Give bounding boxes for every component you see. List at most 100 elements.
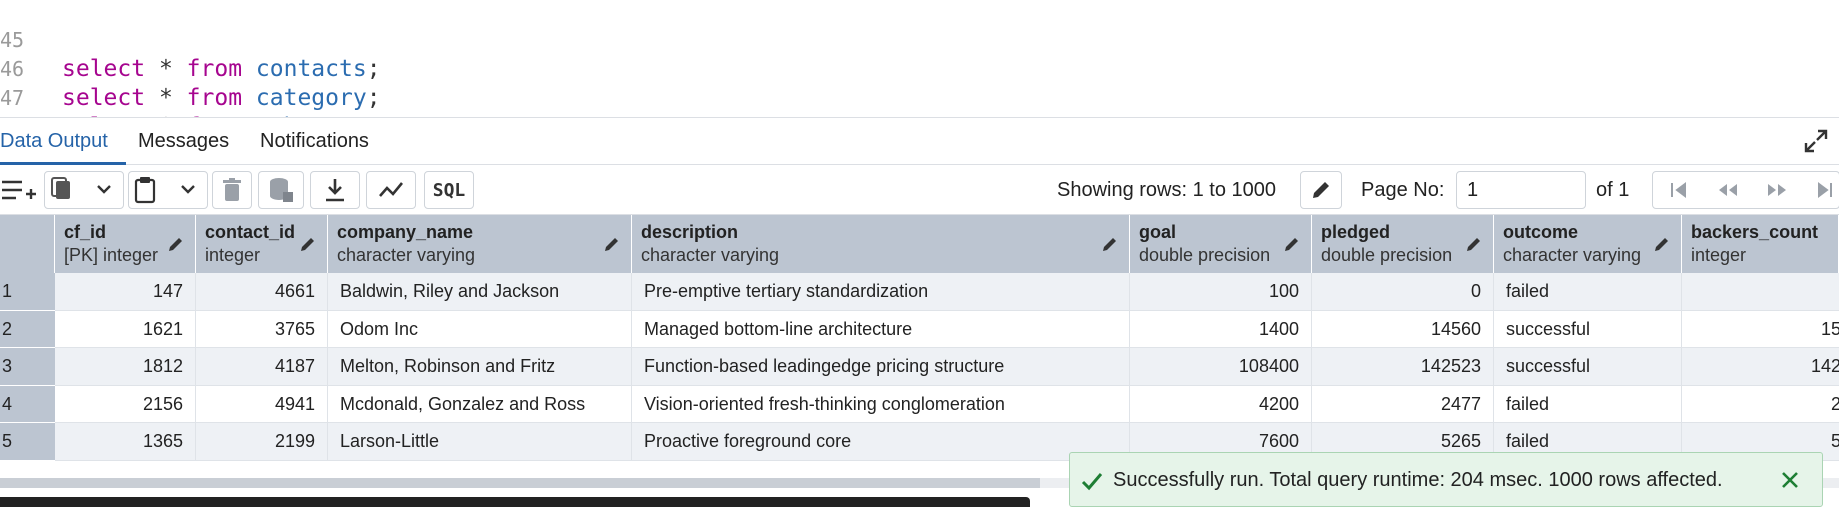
cell-description[interactable]: Pre-emptive tertiary standardization <box>632 273 1130 311</box>
column-name: company_name <box>337 222 474 242</box>
cell-description[interactable]: Vision-oriented fresh-thinking conglomer… <box>632 385 1130 423</box>
cell-cf-id[interactable]: 1812 <box>55 348 196 386</box>
page-number-input[interactable] <box>1456 171 1586 209</box>
close-icon[interactable] <box>1780 470 1800 490</box>
table-row[interactable]: 4 2156 4941 Mcdonald, Gonzalez and Ross Visi… <box>0 385 1839 424</box>
cell-company-name[interactable]: Mcdonald, Gonzalez and Ross <box>328 385 632 423</box>
grid-header: cf_id [PK] integer contact_id integer co… <box>0 215 1839 273</box>
column-header-company-name[interactable]: company_name character varying <box>328 215 632 273</box>
cell-cf-id[interactable]: 1621 <box>55 310 196 348</box>
delete-button[interactable] <box>212 171 252 209</box>
cell-pledged[interactable]: 14560 <box>1312 310 1494 348</box>
cell-pledged[interactable]: 142523 <box>1312 348 1494 386</box>
code-line[interactable]: 45 select * from contacts; <box>0 0 1839 82</box>
page-count-label: of 1 <box>1596 179 1630 201</box>
cell-backers-count[interactable]: 24 <box>1682 386 1839 424</box>
database-save-icon <box>270 178 293 202</box>
sql-editor[interactable]: 45 select * from contacts; 46 select * f… <box>0 0 1839 118</box>
sql-button[interactable]: SQL <box>424 171 474 209</box>
cell-goal[interactable]: 4200 <box>1130 385 1312 423</box>
graph-button[interactable] <box>366 171 416 209</box>
cell-outcome[interactable]: failed <box>1494 385 1682 423</box>
cell-goal[interactable]: 108400 <box>1130 348 1312 386</box>
cell-description[interactable]: Function-based leadingedge pricing struc… <box>632 348 1130 386</box>
cell-description[interactable]: Proactive foreground core <box>632 423 1130 461</box>
cell-contact-id[interactable]: 4941 <box>196 385 328 423</box>
cell-outcome[interactable]: successful <box>1494 348 1682 386</box>
column-header-goal[interactable]: goal double precision <box>1130 215 1312 273</box>
row-number[interactable]: 5 <box>0 423 55 461</box>
row-number[interactable]: 2 <box>0 310 55 348</box>
copy-button[interactable] <box>44 171 124 209</box>
line-chart-icon <box>379 182 404 197</box>
cell-pledged[interactable]: 0 <box>1312 273 1494 311</box>
row-number[interactable]: 3 <box>0 348 55 386</box>
pencil-icon[interactable] <box>1465 235 1483 253</box>
showing-rows-label: Showing rows: 1 to 1000 <box>1057 179 1277 201</box>
pencil-icon[interactable] <box>299 235 317 253</box>
column-header-contact-id[interactable]: contact_id integer <box>196 215 328 273</box>
code-line[interactable]: 46 select * from category; <box>0 26 1839 111</box>
pencil-icon[interactable] <box>1653 235 1671 253</box>
cell-backers-count[interactable]: 1425 <box>1682 348 1839 386</box>
column-header-backers-count[interactable]: backers_count integer <box>1682 215 1839 273</box>
cell-description[interactable]: Managed bottom-line architecture <box>632 310 1130 348</box>
column-name: backers_count <box>1691 222 1819 242</box>
cell-contact-id[interactable]: 3765 <box>196 310 328 348</box>
cell-goal[interactable]: 1400 <box>1130 310 1312 348</box>
edit-limit-button[interactable] <box>1300 171 1342 209</box>
first-page-icon[interactable] <box>1669 180 1689 200</box>
cell-cf-id[interactable]: 2156 <box>55 385 196 423</box>
tab-notifications[interactable]: Notifications <box>260 118 369 165</box>
cell-contact-id[interactable]: 4187 <box>196 348 328 386</box>
scrollbar-thumb[interactable] <box>0 478 1040 488</box>
column-header-description[interactable]: description character varying <box>632 215 1130 273</box>
cell-company-name[interactable]: Baldwin, Riley and Jackson <box>328 273 632 311</box>
table-row[interactable]: 1 147 4661 Baldwin, Riley and Jackson Pre-em… <box>0 273 1839 311</box>
table-row[interactable]: 2 1621 3765 Odom Inc Managed bottom-line arc… <box>0 310 1839 349</box>
download-button[interactable] <box>310 171 360 209</box>
row-number-header <box>0 215 55 273</box>
column-header-pledged[interactable]: pledged double precision <box>1312 215 1494 273</box>
cell-outcome[interactable]: failed <box>1494 273 1682 311</box>
pencil-icon[interactable] <box>167 235 185 253</box>
code-line[interactable]: 47 select * from subcategory; <box>0 55 1839 117</box>
cell-pledged[interactable]: 2477 <box>1312 385 1494 423</box>
toast-message: Successfully run. Total query runtime: 2… <box>1113 469 1723 491</box>
data-grid[interactable]: cf_id [PK] integer contact_id integer co… <box>0 215 1839 477</box>
pencil-icon[interactable] <box>603 235 621 253</box>
column-header-cf-id[interactable]: cf_id [PK] integer <box>55 215 196 273</box>
next-page-icon[interactable] <box>1765 180 1789 200</box>
pencil-icon[interactable] <box>1283 235 1301 253</box>
cell-contact-id[interactable]: 4661 <box>196 273 328 311</box>
data-toolbar: SQL Showing rows: 1 to 1000 Page No: of … <box>0 165 1839 215</box>
pencil-icon[interactable] <box>1101 235 1119 253</box>
cell-company-name[interactable]: Odom Inc <box>328 310 632 348</box>
tab-messages[interactable]: Messages <box>138 118 229 165</box>
column-header-outcome[interactable]: outcome character varying <box>1494 215 1682 273</box>
add-row-button[interactable] <box>0 171 40 209</box>
cell-goal[interactable]: 100 <box>1130 273 1312 311</box>
cell-contact-id[interactable]: 2199 <box>196 423 328 461</box>
download-icon <box>326 179 344 202</box>
cell-backers-count[interactable]: 158 <box>1682 311 1839 349</box>
previous-page-icon[interactable] <box>1716 180 1740 200</box>
pagination-group <box>1652 171 1839 209</box>
trash-icon <box>223 178 241 201</box>
cell-company-name[interactable]: Melton, Robinson and Fritz <box>328 348 632 386</box>
cell-backers-count[interactable]: 0 <box>1682 273 1839 311</box>
row-number[interactable]: 4 <box>0 385 55 423</box>
cell-company-name[interactable]: Larson-Little <box>328 423 632 461</box>
paste-button[interactable] <box>128 171 208 209</box>
cell-outcome[interactable]: successful <box>1494 310 1682 348</box>
last-page-icon[interactable] <box>1815 180 1835 200</box>
row-number[interactable]: 1 <box>0 273 55 311</box>
save-data-button[interactable] <box>258 171 304 209</box>
pencil-icon <box>1313 182 1329 198</box>
code-line-selected[interactable]: 48 select * from campaign; <box>0 84 1839 117</box>
tab-data-output[interactable]: Data Output <box>0 118 126 165</box>
table-row[interactable]: 3 1812 4187 Melton, Robinson and Fritz Funct… <box>0 348 1839 386</box>
cell-cf-id[interactable]: 147 <box>55 273 196 311</box>
cell-cf-id[interactable]: 1365 <box>55 423 196 461</box>
expand-icon[interactable] <box>1803 128 1829 154</box>
